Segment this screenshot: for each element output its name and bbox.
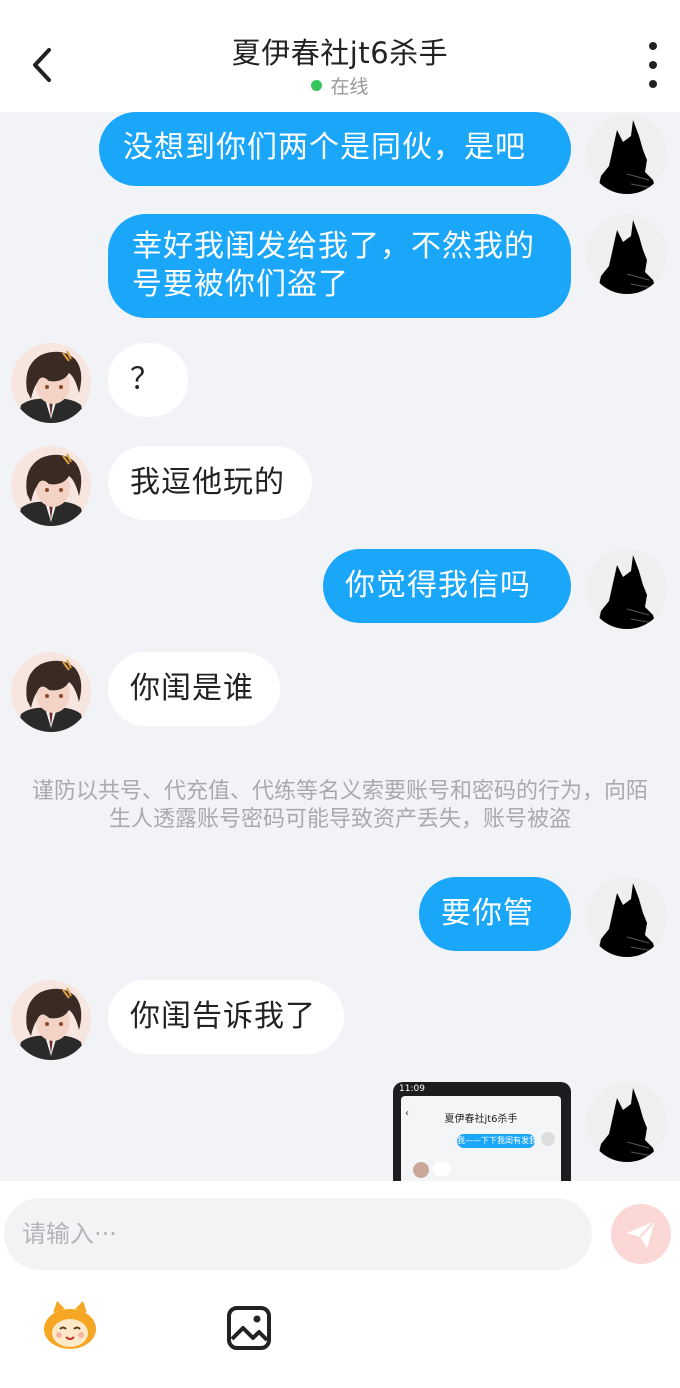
input-bar: 请输入··· <box>0 1181 680 1388</box>
paper-plane-icon <box>627 1220 656 1248</box>
outgoing-message[interactable]: 要你管 <box>419 877 571 951</box>
incoming-message[interactable]: 你闺是谁 <box>108 652 280 726</box>
screenshot-title: 夏伊春社jt6杀手 <box>444 1114 518 1125</box>
image-message[interactable]: 11:09 ‹ 夏伊春社jt6杀手 我——下下我闺有发我 <box>393 1082 571 1181</box>
more-vertical-icon <box>649 42 657 50</box>
emoji-button[interactable] <box>39 1299 101 1353</box>
contact-avatar[interactable] <box>11 980 91 1060</box>
outgoing-message[interactable]: 你觉得我信吗 <box>323 549 571 623</box>
security-notice: 谨防以共号、代充值、代练等名义索要账号和密码的行为，向陌生人透露账号密码可能导致… <box>31 779 648 832</box>
screenshot-bubble: 我——下下我闺有发我 <box>457 1134 535 1148</box>
incoming-message[interactable]: 我逗他玩的 <box>108 446 312 520</box>
message-input[interactable]: 请输入··· <box>4 1198 592 1270</box>
send-button[interactable] <box>611 1204 671 1264</box>
more-options-button[interactable] <box>638 42 668 88</box>
online-status: 在线 <box>0 72 680 99</box>
outgoing-message[interactable]: 没想到你们两个是同伙，是吧 <box>99 112 571 186</box>
image-button[interactable] <box>226 1305 272 1351</box>
message-list[interactable]: 没想到你们两个是同伙，是吧 幸好我闺发给我了，不然我的号要被你们盗了 ？ 我逗他… <box>0 112 680 1181</box>
contact-avatar[interactable] <box>11 343 91 423</box>
contact-avatar[interactable] <box>11 446 91 526</box>
my-avatar[interactable] <box>587 214 667 294</box>
online-dot <box>311 80 323 91</box>
screenshot-time: 11:09 <box>399 1084 425 1094</box>
image-icon <box>227 1306 271 1350</box>
mascot-emoji-icon <box>44 1301 96 1349</box>
chat-title: 夏伊春社jt6杀手 <box>231 36 449 70</box>
chat-header: 夏伊春社jt6杀手 在线 <box>0 0 680 112</box>
my-avatar[interactable] <box>587 549 667 629</box>
outgoing-message[interactable]: 幸好我闺发给我了，不然我的号要被你们盗了 <box>108 214 571 318</box>
my-avatar[interactable] <box>587 1082 667 1162</box>
online-status-text: 在线 <box>330 76 369 98</box>
screenshot-preview: ‹ 夏伊春社jt6杀手 我——下下我闺有发我 <box>401 1096 561 1181</box>
my-avatar[interactable] <box>587 877 667 957</box>
incoming-message[interactable]: ？ <box>108 343 188 417</box>
contact-avatar[interactable] <box>11 652 91 732</box>
incoming-message[interactable]: 你闺告诉我了 <box>108 980 344 1054</box>
my-avatar[interactable] <box>587 114 667 194</box>
